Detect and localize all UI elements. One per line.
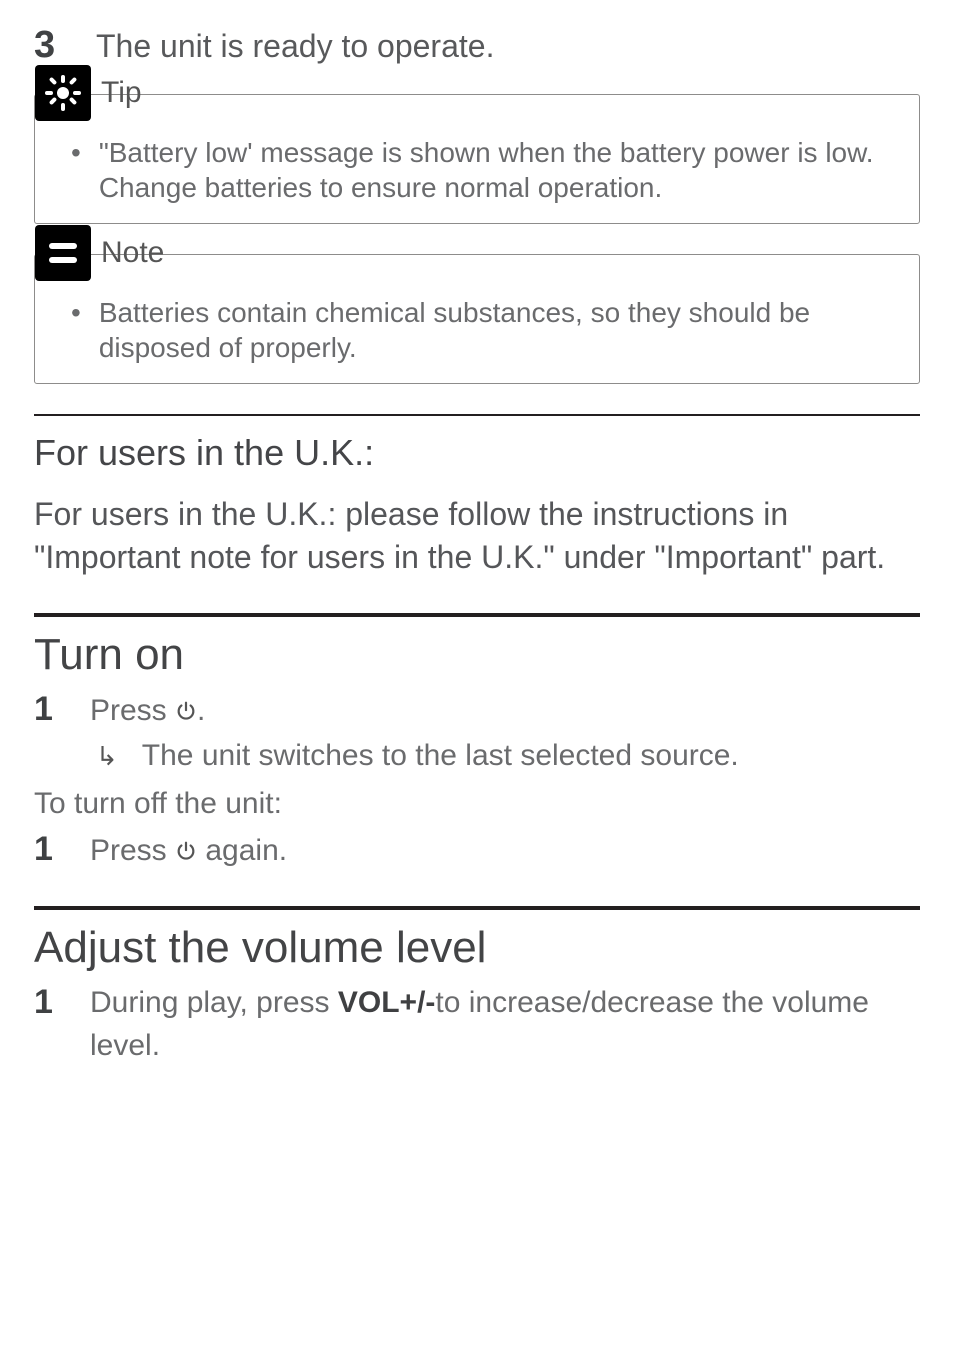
volume-step-1: 1 During play, press VOL+/-to increase/d…	[34, 981, 920, 1068]
result-text: The unit switches to the last selected s…	[142, 737, 739, 775]
tip-text: "Battery low' message is shown when the …	[99, 135, 897, 205]
bullet: •	[71, 295, 81, 365]
tip-label: Tip	[101, 74, 142, 112]
note-text: Batteries contain chemical substances, s…	[99, 295, 897, 365]
step-post: .	[197, 694, 205, 727]
turn-off-step-1: 1 Press again.	[34, 828, 920, 872]
turn-off-label: To turn off the unit:	[34, 785, 920, 823]
note-callout: Note • Batteries contain chemical substa…	[34, 254, 920, 384]
result-arrow-icon: ↳	[96, 740, 118, 773]
tip-body: • "Battery low' message is shown when th…	[35, 121, 919, 223]
uk-heading: For users in the U.K.:	[34, 430, 920, 475]
step-post: again.	[197, 834, 287, 867]
step-3: 3 The unit is ready to operate.	[34, 22, 920, 70]
divider-thick	[34, 613, 920, 617]
step-number: 3	[34, 22, 62, 70]
step-text: The unit is ready to operate.	[96, 26, 494, 66]
divider	[34, 414, 920, 416]
divider-thick	[34, 906, 920, 910]
step-pre: Press	[90, 694, 175, 727]
step-text: During play, press VOL+/-to increase/dec…	[90, 981, 920, 1068]
power-icon	[175, 834, 197, 872]
turn-on-result: ↳ The unit switches to the last selected…	[96, 737, 920, 775]
turn-on-step-1: 1 Press .	[34, 688, 920, 732]
uk-body: For users in the U.K.: please follow the…	[34, 493, 920, 579]
step-number: 1	[34, 981, 60, 1024]
vol-key: VOL+/-	[338, 986, 436, 1019]
turn-on-heading: Turn on	[34, 627, 920, 682]
note-label: Note	[101, 234, 164, 272]
step-text: Press .	[90, 692, 205, 732]
step-text: Press again.	[90, 832, 287, 872]
step-pre: Press	[90, 834, 175, 867]
tip-icon	[35, 65, 91, 121]
tip-callout: Tip • "Battery low' message is shown whe…	[34, 94, 920, 224]
note-icon	[35, 225, 91, 281]
tip-header: Tip	[35, 65, 919, 121]
power-icon	[175, 694, 197, 732]
note-body: • Batteries contain chemical substances,…	[35, 281, 919, 383]
step-pre: During play, press	[90, 986, 338, 1019]
step-number: 1	[34, 828, 60, 871]
step-number: 1	[34, 688, 60, 731]
bullet: •	[71, 135, 81, 205]
note-header: Note	[35, 225, 919, 281]
volume-heading: Adjust the volume level	[34, 920, 920, 975]
